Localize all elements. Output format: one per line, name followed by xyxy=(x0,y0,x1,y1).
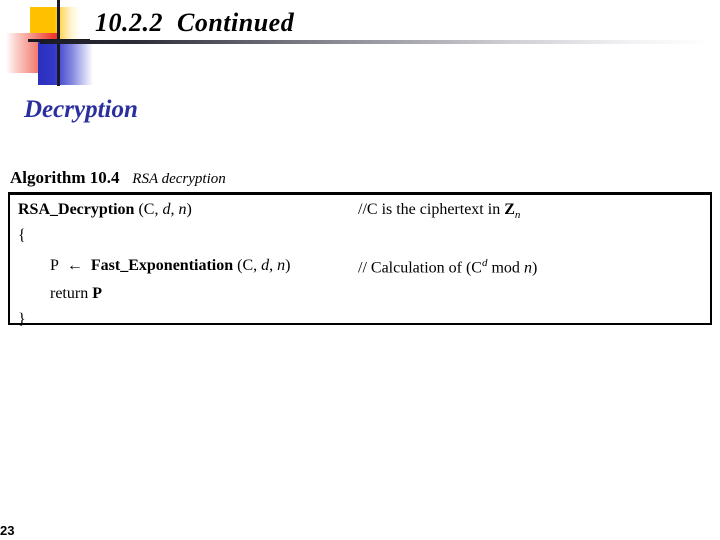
code-line-open-brace: { xyxy=(18,227,26,244)
section-heading: Decryption xyxy=(24,96,138,123)
function-name-fast-exponentiation: Fast_Exponentiation xyxy=(90,257,234,274)
function-args-fast-exponentiation: (C, d, n) xyxy=(233,257,291,274)
code-line-assignment: P ← Fast_Exponentiation (C, d, n) xyxy=(50,257,290,275)
algorithm-caption-label: Algorithm 10.4 xyxy=(10,168,120,187)
code-line-close-brace: } xyxy=(18,311,26,328)
title-divider xyxy=(40,40,712,44)
variable-p: P xyxy=(50,257,59,274)
return-value-p: P xyxy=(92,285,102,302)
function-args-decryption: (C, d, n) xyxy=(134,201,192,218)
page-number: 23 xyxy=(0,523,15,538)
code-line-signature: RSA_Decryption (C, d, n) xyxy=(18,201,192,219)
algorithm-caption: Algorithm 10.4 RSA decryption xyxy=(10,168,712,188)
function-name-decryption: RSA_Decryption xyxy=(18,201,135,218)
algorithm-code-box: RSA_Decryption (C, d, n) //C is the ciph… xyxy=(8,195,712,328)
code-line-return: return P xyxy=(50,285,102,303)
comment-suffix-mod: mod n) xyxy=(487,259,538,277)
code-comment-calculation: // Calculation of (Cd mod n) xyxy=(358,257,537,277)
code-comment-ciphertext: //C is the ciphertext in Zn xyxy=(358,201,520,221)
logo-blue-square xyxy=(38,40,93,85)
comment-symbol-z: Z xyxy=(504,201,515,218)
comment-subscript-n: n xyxy=(514,209,521,222)
comment-text-calculation: // Calculation of (C xyxy=(358,259,482,277)
algorithm-figure: Algorithm 10.4 RSA decryption RSA_Decryp… xyxy=(8,168,712,328)
page-title: 10.2.2 Continued xyxy=(95,8,295,37)
comment-text-ciphertext: //C is the ciphertext in xyxy=(358,201,505,218)
algorithm-caption-title: RSA decryption xyxy=(132,171,226,187)
return-keyword: return xyxy=(50,285,93,302)
assignment-arrow-icon: ← xyxy=(66,257,83,274)
